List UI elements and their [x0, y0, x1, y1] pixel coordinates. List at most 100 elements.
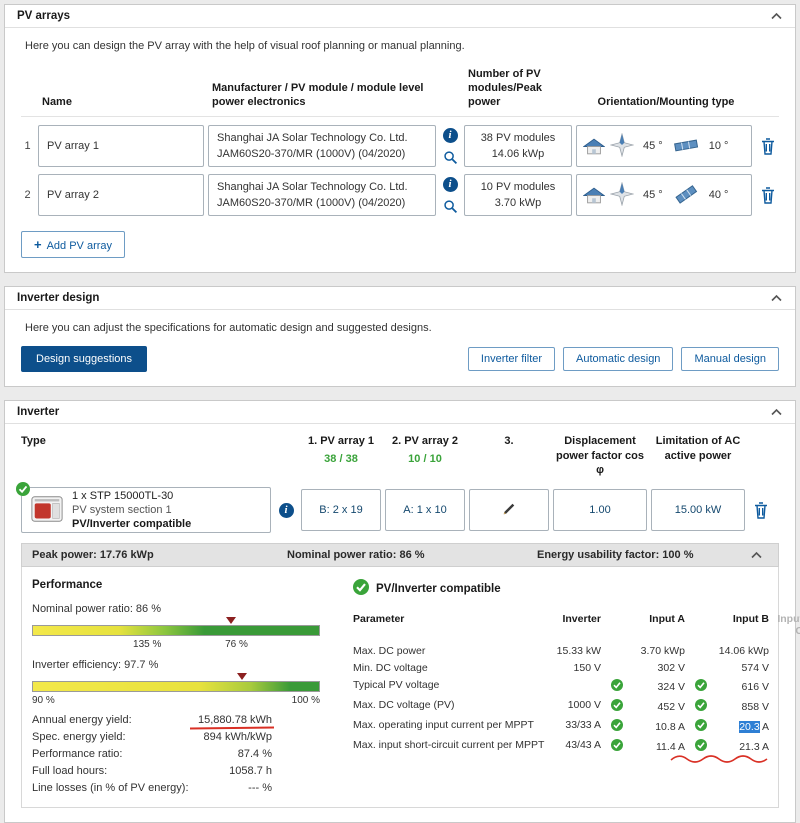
inverter-design-description: Here you can adjust the specifications f…	[25, 322, 432, 335]
inverter-filter-button[interactable]: Inverter filter	[467, 347, 556, 372]
nominal-power-ratio: Nominal power ratio: 86 %	[287, 549, 425, 562]
col-array3: 3.	[504, 435, 514, 448]
metric-row: Spec. energy yield: 894 kWh/kWp	[32, 731, 272, 744]
check-icon	[695, 719, 707, 734]
inverter-details: Performance Nominal power ratio: 86 % 13…	[21, 567, 800, 809]
metric-row: Line losses (in % of PV energy): --- %	[32, 782, 272, 795]
pv-arrays-header[interactable]: PV arrays	[5, 5, 795, 28]
search-module-icon[interactable]	[443, 150, 458, 165]
orientation-box[interactable]: 45 ° 10 °	[576, 125, 752, 168]
inverter-type-box[interactable]: 1 x STP 15000TL-30 PV system section 1 P…	[16, 482, 271, 534]
delete-pv-array-icon[interactable]	[756, 138, 780, 155]
chevron-up-icon[interactable]	[750, 551, 768, 559]
compat-heading: PV/Inverter compatible	[376, 582, 501, 595]
inverter-panel: Inverter Type 1. PV array 1 38 / 38 2. P…	[4, 400, 800, 823]
inverter-design-header[interactable]: Inverter design	[5, 287, 795, 311]
energy-usability-factor: Energy usability factor: 100 %	[537, 549, 694, 562]
row-number: 2	[24, 189, 31, 202]
roof-planning-icon[interactable]	[582, 137, 606, 156]
col-input-c: Input C	[777, 612, 800, 637]
pv-array-row: 1 PV array 1 Shanghai JA Solar Technolog…	[21, 125, 780, 168]
inverter-design-title: Inverter design	[17, 292, 100, 305]
col-inverter: Inverter	[562, 612, 601, 625]
info-icon[interactable]: i	[442, 127, 458, 143]
col-cos-phi: Displacement power factor cos φ	[555, 435, 645, 476]
selected-value-cell[interactable]: 20.3 A	[685, 717, 769, 737]
compat-table: Parameter Inverter Input A Input B Input…	[353, 610, 800, 763]
module-count-box[interactable]: 10 PV modules 3.70 kWp	[464, 174, 572, 217]
eff-tick-2: 100 %	[291, 695, 320, 707]
check-icon	[611, 739, 623, 754]
system-section: PV system section 1	[72, 504, 172, 516]
check-icon	[353, 579, 369, 598]
azimuth-value: 45 °	[643, 140, 663, 153]
roof-planning-icon[interactable]	[582, 186, 606, 205]
peak-power: Peak power: 17.76 kWp	[32, 549, 154, 562]
col-array1: 1. PV array 1 38 / 38	[301, 434, 381, 466]
chevron-up-icon[interactable]	[770, 294, 783, 302]
red-underline-annotation	[189, 726, 275, 730]
module-count-box[interactable]: 38 PV modules 14.06 kWp	[464, 125, 572, 168]
check-icon	[611, 719, 623, 734]
nominal-ratio-bar: 135 % 76 %	[32, 617, 320, 653]
pv-array-name-input[interactable]: PV array 2	[38, 174, 204, 217]
col-orientation: Orientation/Mounting type	[597, 95, 735, 108]
array1-assignment[interactable]: B: 2 x 19	[301, 489, 381, 532]
info-icon[interactable]: i	[442, 176, 458, 192]
ac-limit-value[interactable]: 15.00 kW	[651, 489, 745, 532]
text-selection: 20.3	[739, 720, 760, 733]
chevron-up-icon[interactable]	[770, 408, 783, 416]
col-ac-limit: Limitation of AC active power	[655, 435, 741, 462]
inverter-header[interactable]: Inverter	[5, 401, 795, 425]
inverter-name: 1 x STP 15000TL-30	[72, 489, 174, 502]
automatic-design-button[interactable]: Automatic design	[563, 347, 674, 372]
pv-array-row: 2 PV array 2 Shanghai JA Solar Technolog…	[21, 174, 780, 217]
efficiency-marker	[237, 673, 248, 681]
orientation-box[interactable]: 45 ° 40 °	[576, 174, 752, 217]
metric-row: Annual energy yield: 15,880.78 kWh	[32, 714, 327, 730]
search-module-icon[interactable]	[443, 199, 458, 214]
design-suggestions-button[interactable]: Design suggestions	[21, 346, 148, 373]
pv-arrays-title: PV arrays	[17, 10, 71, 22]
array2-assignment[interactable]: A: 1 x 10	[385, 489, 465, 532]
col-parameter: Parameter	[353, 612, 405, 625]
pv-arrays-panel: PV arrays Here you can design the PV arr…	[4, 4, 796, 274]
col-manufacturer: Manufacturer / PV module / module level …	[212, 81, 424, 108]
nominal-ratio-label: Nominal power ratio: 86 %	[32, 603, 162, 616]
info-icon[interactable]: i	[278, 502, 294, 518]
array3-assignment[interactable]	[469, 489, 549, 532]
pv-module-select[interactable]: Shanghai JA Solar Technology Co. Ltd. JA…	[208, 125, 436, 168]
col-input-b: Input B	[732, 612, 769, 625]
compass-icon	[609, 132, 635, 160]
tilt-value: 40 °	[708, 189, 729, 202]
check-icon	[16, 482, 30, 497]
col-input-a: Input A	[649, 612, 685, 625]
inverter-design-panel: Inverter design Here you can adjust the …	[4, 286, 796, 388]
nominal-tick-1: 135 %	[133, 639, 162, 651]
page: PV arrays Here you can design the PV arr…	[0, 0, 800, 823]
compat-status: PV/Inverter compatible	[72, 518, 192, 531]
chevron-up-icon[interactable]	[770, 12, 783, 20]
add-pv-array-button[interactable]: + Add PV array	[21, 231, 126, 259]
cos-phi-value[interactable]: 1.00	[553, 489, 647, 532]
array1-count: 38 / 38	[324, 452, 358, 465]
check-icon	[695, 699, 707, 714]
annual-yield-value: 15,880.78 kWh	[189, 714, 275, 730]
nominal-tick-2: 76 %	[225, 639, 248, 651]
pv-array-name-input[interactable]: PV array 1	[38, 125, 204, 168]
plus-icon: +	[34, 237, 42, 253]
check-icon	[611, 679, 623, 694]
check-icon	[611, 699, 623, 714]
azimuth-value: 45 °	[643, 189, 663, 202]
check-icon	[695, 739, 707, 754]
pv-arrays-description: Here you can design the PV array with th…	[25, 40, 465, 52]
inverter-row: 1 x STP 15000TL-30 PV system section 1 P…	[16, 482, 779, 534]
inverter-summary-bar[interactable]: Peak power: 17.76 kWp Nominal power rati…	[21, 543, 779, 568]
efficiency-bar: 90 % 100 %	[32, 673, 320, 709]
pv-module-select[interactable]: Shanghai JA Solar Technology Co. Ltd. JA…	[208, 174, 436, 217]
delete-inverter-icon[interactable]	[749, 501, 773, 519]
col-type: Type	[21, 435, 46, 448]
delete-pv-array-icon[interactable]	[756, 187, 780, 204]
manual-design-button[interactable]: Manual design	[681, 347, 779, 372]
inverter-image	[30, 494, 64, 527]
